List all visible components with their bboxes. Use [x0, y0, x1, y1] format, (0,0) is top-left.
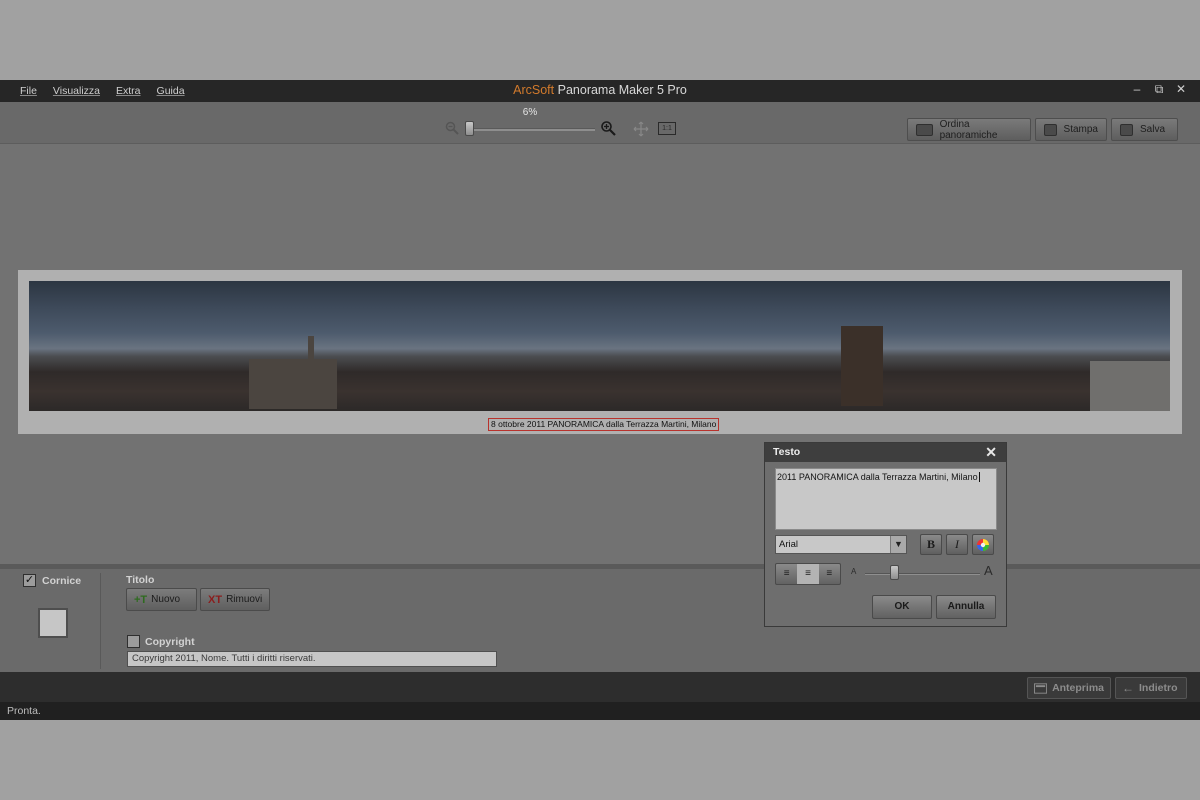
preview-icon: [1034, 682, 1048, 694]
title-section-label: Titolo: [126, 574, 155, 586]
print-button[interactable]: Stampa: [1035, 118, 1107, 141]
caption-text-value: 2011 PANORAMICA dalla Terrazza Martini, …: [777, 472, 978, 482]
save-button[interactable]: Salva: [1111, 118, 1178, 141]
remove-title-label: Rimuovi: [226, 594, 263, 605]
panorama-spire-shape: [308, 336, 314, 366]
zoom-slider-thumb[interactable]: [465, 121, 474, 136]
text-dialog-titlebar[interactable]: Testo ✕: [765, 443, 1006, 462]
status-bar: Pronta.: [0, 702, 1200, 720]
font-size-small-label: A: [851, 567, 857, 576]
minimize-icon[interactable]: –: [1126, 82, 1148, 97]
close-icon[interactable]: ✕: [985, 443, 997, 462]
caption-text-area[interactable]: 2011 PANORAMICA dalla Terrazza Martini, …: [775, 468, 997, 530]
frame-color-swatch[interactable]: [38, 608, 68, 638]
panel-separator: [100, 573, 101, 669]
remove-text-icon: XT: [208, 593, 223, 606]
zoom-in-icon[interactable]: [600, 120, 616, 136]
text-dialog: Testo ✕ 2011 PANORAMICA dalla Terrazza M…: [764, 442, 1007, 627]
panorama-maker-window: File Visualizza Extra Guida ArcSoft Pano…: [0, 80, 1200, 720]
font-size-slider-track[interactable]: [865, 573, 980, 575]
close-icon[interactable]: ✕: [1170, 82, 1192, 97]
panorama-roof-shape: [1090, 361, 1170, 411]
back-arrow-icon: ←: [1122, 681, 1134, 695]
panorama-image[interactable]: [29, 281, 1170, 411]
zoom-percent: 6%: [522, 107, 538, 118]
preview-button[interactable]: Anteprima: [1027, 677, 1111, 699]
color-wheel-icon: [977, 539, 989, 551]
back-label: Indietro: [1139, 682, 1178, 694]
ok-button[interactable]: OK: [872, 595, 932, 619]
floppy-disk-icon: [1120, 123, 1133, 136]
italic-button[interactable]: I: [946, 534, 968, 555]
actual-size-button[interactable]: 1:1: [658, 122, 676, 135]
order-icon: [916, 123, 933, 136]
order-panoramas-button[interactable]: Ordina panoramiche: [907, 118, 1031, 141]
copyright-checkbox[interactable]: [127, 635, 140, 648]
order-panoramas-label: Ordina panoramiche: [939, 118, 998, 141]
align-right-icon[interactable]: ≡: [819, 564, 840, 584]
cancel-button[interactable]: Annulla: [936, 595, 996, 619]
copyright-input[interactable]: Copyright 2011, Nome. Tutti i diritti ri…: [127, 651, 497, 667]
remove-title-button[interactable]: XT Rimuovi: [200, 588, 270, 611]
new-title-label: Nuovo: [151, 594, 181, 605]
font-size-large-label: A: [984, 563, 993, 578]
fit-to-window-icon[interactable]: [632, 121, 650, 137]
app-brand: ArcSoft: [513, 83, 555, 97]
text-color-button[interactable]: [972, 534, 994, 555]
app-title: ArcSoft Panorama Maker 5 Pro: [0, 83, 1200, 97]
app-product: Panorama Maker 5 Pro: [557, 83, 687, 97]
print-label: Stampa: [1063, 124, 1098, 135]
window-controls: – ⧉ ✕: [1126, 82, 1192, 97]
align-left-icon[interactable]: ≡: [776, 564, 797, 584]
copyright-label: Copyright: [145, 636, 195, 648]
preview-label: Anteprima: [1052, 682, 1104, 694]
add-text-icon: +T: [134, 593, 148, 606]
bold-button[interactable]: B: [920, 534, 942, 555]
font-family-select[interactable]: Arial ▼: [775, 535, 907, 554]
settings-panel: ✓ Cornice Titolo +T Nuovo XT Rimuovi Cop…: [0, 569, 1200, 672]
panorama-frame: 8 ottobre 2011 PANORAMICA dalla Terrazza…: [18, 270, 1182, 434]
text-cursor: [978, 472, 980, 482]
zoom-slider-track[interactable]: [465, 128, 595, 131]
toolbar: 6% 1:1 Ordina panoramiche Stampa Salva: [0, 102, 1200, 144]
navigation-bar: Anteprima ← Indietro: [0, 672, 1200, 702]
panorama-caption[interactable]: 8 ottobre 2011 PANORAMICA dalla Terrazza…: [488, 418, 720, 431]
zoom-out-icon[interactable]: [445, 121, 459, 135]
title-bar: File Visualizza Extra Guida ArcSoft Pano…: [0, 80, 1200, 102]
frame-checkbox[interactable]: ✓: [23, 574, 36, 587]
chevron-down-icon: ▼: [890, 536, 906, 553]
text-dialog-title: Testo: [773, 446, 801, 458]
restore-icon[interactable]: ⧉: [1148, 82, 1170, 97]
save-label: Salva: [1140, 124, 1166, 135]
align-center-icon[interactable]: ≡: [797, 564, 819, 584]
font-size-slider-thumb[interactable]: [890, 565, 899, 580]
font-family-value: Arial: [779, 539, 799, 550]
panorama-tower-shape: [841, 326, 883, 406]
back-button[interactable]: ← Indietro: [1115, 677, 1187, 699]
alignment-group: ≡ ≡ ≡: [775, 563, 841, 585]
panorama-cathedral-shape: [249, 359, 337, 409]
frame-label: Cornice: [42, 575, 82, 587]
new-title-button[interactable]: +T Nuovo: [126, 588, 197, 611]
printer-icon: [1044, 123, 1057, 136]
